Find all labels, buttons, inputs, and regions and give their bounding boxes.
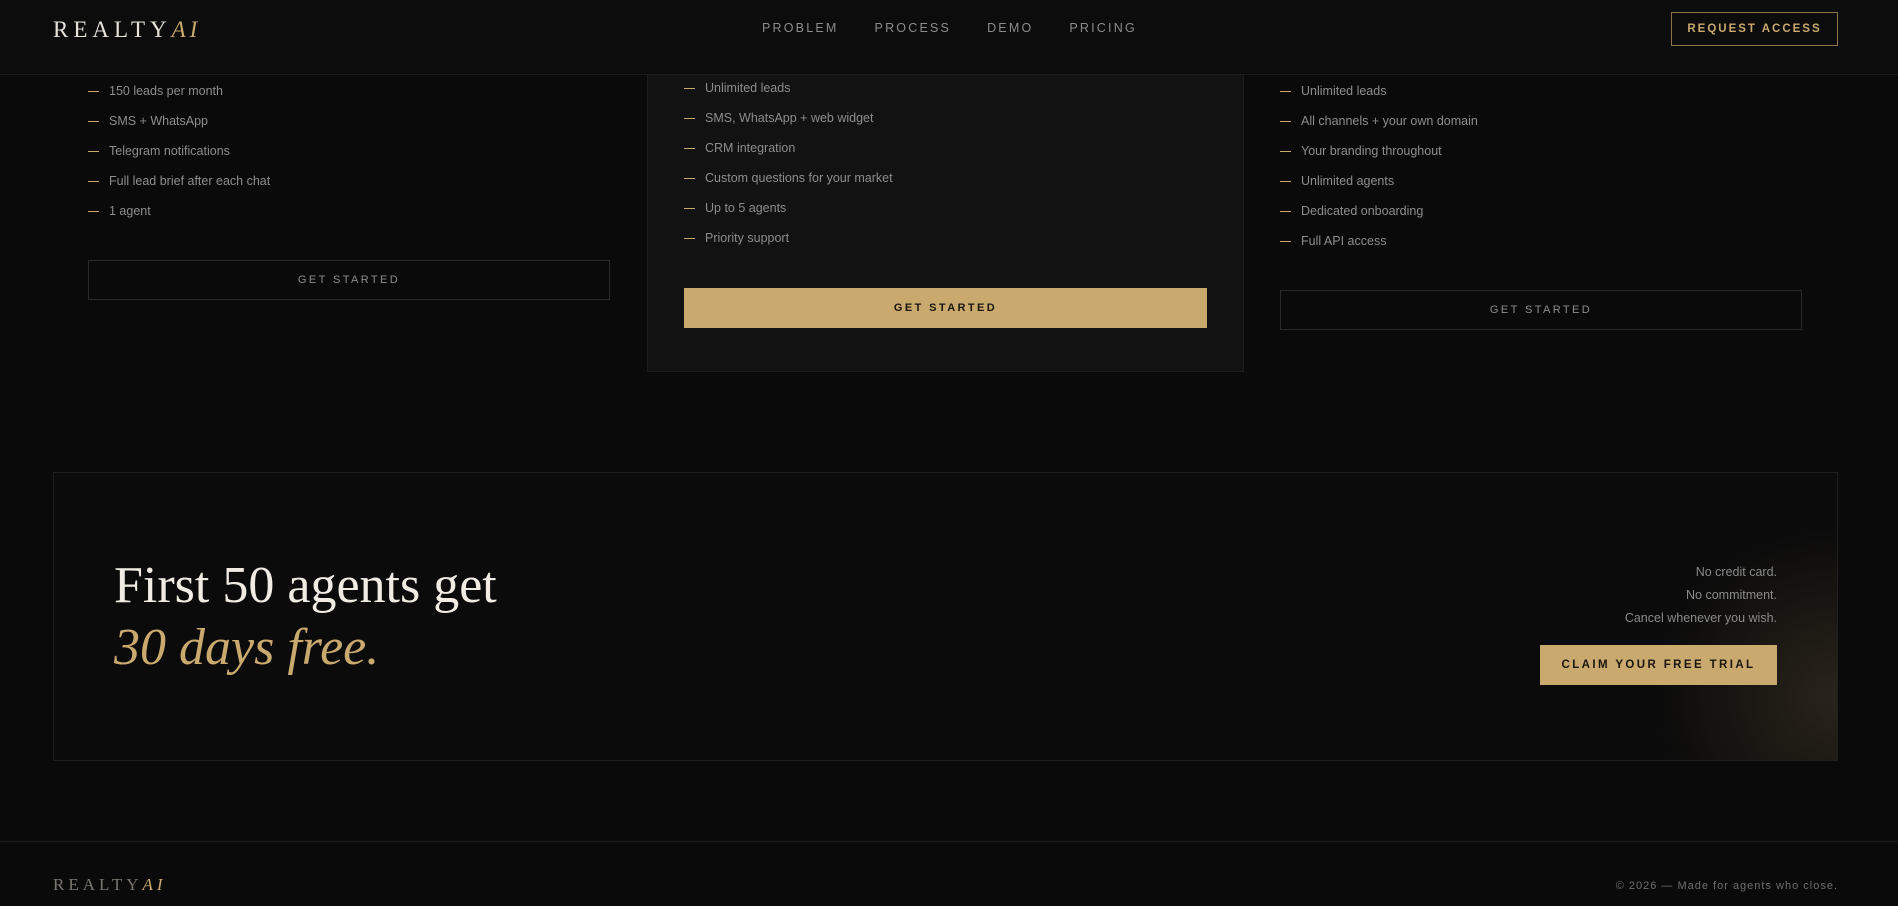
dash-icon [88, 210, 99, 212]
feature-text: Dedicated onboarding [1301, 204, 1424, 218]
list-item: CRM integration [684, 133, 893, 163]
nav-problem[interactable]: PROBLEM [762, 21, 839, 35]
site-header: REALTYAI PROBLEM PROCESS DEMO PRICING RE… [0, 0, 1898, 75]
nav-pricing[interactable]: PRICING [1069, 21, 1137, 35]
logo-main: REALTY [53, 17, 172, 42]
dash-icon [1280, 180, 1291, 182]
footer-logo[interactable]: REALTYAI [53, 875, 167, 895]
list-item: Up to 5 agents [684, 193, 893, 223]
list-item: 1 agent [88, 196, 612, 226]
list-item: Your branding throughout [1280, 136, 1802, 166]
feature-text: Full lead brief after each chat [109, 174, 271, 188]
dash-icon [1280, 120, 1291, 122]
list-item: Unlimited leads [1280, 76, 1802, 106]
cta-title: First 50 agents get 30 days free. [114, 555, 497, 679]
list-item: SMS, WhatsApp + web widget [684, 103, 893, 133]
feature-text: SMS + WhatsApp [109, 114, 208, 128]
cta-title-line1: First 50 agents get [114, 557, 497, 614]
list-item: Full lead brief after each chat [88, 166, 612, 196]
dash-icon [684, 207, 695, 209]
feature-list: Unlimited leads All channels + your own … [1280, 76, 1802, 256]
dash-icon [684, 117, 695, 119]
cta-notes: No credit card. No commitment. Cancel wh… [1625, 561, 1777, 630]
list-item: Unlimited leads [684, 73, 893, 103]
list-item: Custom questions for your market [684, 163, 893, 193]
dash-icon [684, 87, 695, 89]
pricing-plan-featured: Unlimited leads SMS, WhatsApp + web widg… [647, 60, 1244, 372]
logo-accent: AI [142, 875, 167, 894]
feature-text: Full API access [1301, 234, 1387, 248]
dash-icon [1280, 90, 1291, 92]
list-item: 150 leads per month [88, 76, 612, 106]
feature-text: 1 agent [109, 204, 151, 218]
feature-text: Up to 5 agents [705, 201, 787, 215]
list-item: Dedicated onboarding [1280, 196, 1802, 226]
dash-icon [684, 147, 695, 149]
feature-text: Unlimited leads [705, 81, 791, 95]
list-item: Priority support [684, 223, 893, 253]
main-nav: PROBLEM PROCESS DEMO PRICING [762, 21, 1137, 35]
dash-icon [88, 180, 99, 182]
logo[interactable]: REALTYAI [53, 17, 201, 43]
pricing-plan-starter: 150 leads per month SMS + WhatsApp Teleg… [88, 76, 612, 300]
list-item: All channels + your own domain [1280, 106, 1802, 136]
get-started-button[interactable]: GET STARTED [1280, 290, 1802, 330]
site-footer: REALTYAI © 2026 — Made for agents who cl… [0, 841, 1898, 906]
feature-text: All channels + your own domain [1301, 114, 1478, 128]
get-started-button[interactable]: GET STARTED [684, 288, 1207, 328]
feature-text: CRM integration [705, 141, 796, 155]
feature-list: Unlimited leads SMS, WhatsApp + web widg… [684, 73, 893, 253]
feature-text: Your branding throughout [1301, 144, 1442, 158]
feature-text: Telegram notifications [109, 144, 230, 158]
dash-icon [1280, 240, 1291, 242]
cta-note: Cancel whenever you wish. [1624, 611, 1777, 625]
dash-icon [88, 120, 99, 122]
nav-process[interactable]: PROCESS [875, 21, 952, 35]
list-item: SMS + WhatsApp [88, 106, 612, 136]
list-item: Full API access [1280, 226, 1802, 256]
cta-note: No commitment. [1686, 588, 1777, 602]
nav-demo[interactable]: DEMO [987, 21, 1033, 35]
cta-title-line2: 30 days free. [114, 619, 380, 676]
dash-icon [1280, 150, 1291, 152]
logo-accent: AI [171, 17, 202, 42]
feature-text: Custom questions for your market [705, 171, 893, 185]
dash-icon [88, 90, 99, 92]
list-item: Telegram notifications [88, 136, 612, 166]
dash-icon [1280, 210, 1291, 212]
claim-free-trial-button[interactable]: CLAIM YOUR FREE TRIAL [1540, 645, 1777, 685]
feature-text: Unlimited leads [1301, 84, 1387, 98]
dash-icon [684, 237, 695, 239]
feature-text: Priority support [705, 231, 790, 245]
logo-main: REALTY [53, 875, 143, 894]
cta-note: No credit card. [1695, 565, 1777, 579]
request-access-button[interactable]: REQUEST ACCESS [1671, 12, 1838, 46]
get-started-button[interactable]: GET STARTED [88, 260, 610, 300]
feature-text: 150 leads per month [109, 84, 223, 98]
feature-list: 150 leads per month SMS + WhatsApp Teleg… [88, 76, 612, 226]
dash-icon [88, 150, 99, 152]
free-trial-banner: First 50 agents get 30 days free. No cre… [53, 472, 1838, 761]
pricing-plan-enterprise: Unlimited leads All channels + your own … [1280, 76, 1802, 330]
list-item: Unlimited agents [1280, 166, 1802, 196]
copyright-text: © 2026 — Made for agents who close. [1615, 880, 1838, 892]
feature-text: SMS, WhatsApp + web widget [705, 111, 874, 125]
feature-text: Unlimited agents [1301, 174, 1395, 188]
dash-icon [684, 177, 695, 179]
